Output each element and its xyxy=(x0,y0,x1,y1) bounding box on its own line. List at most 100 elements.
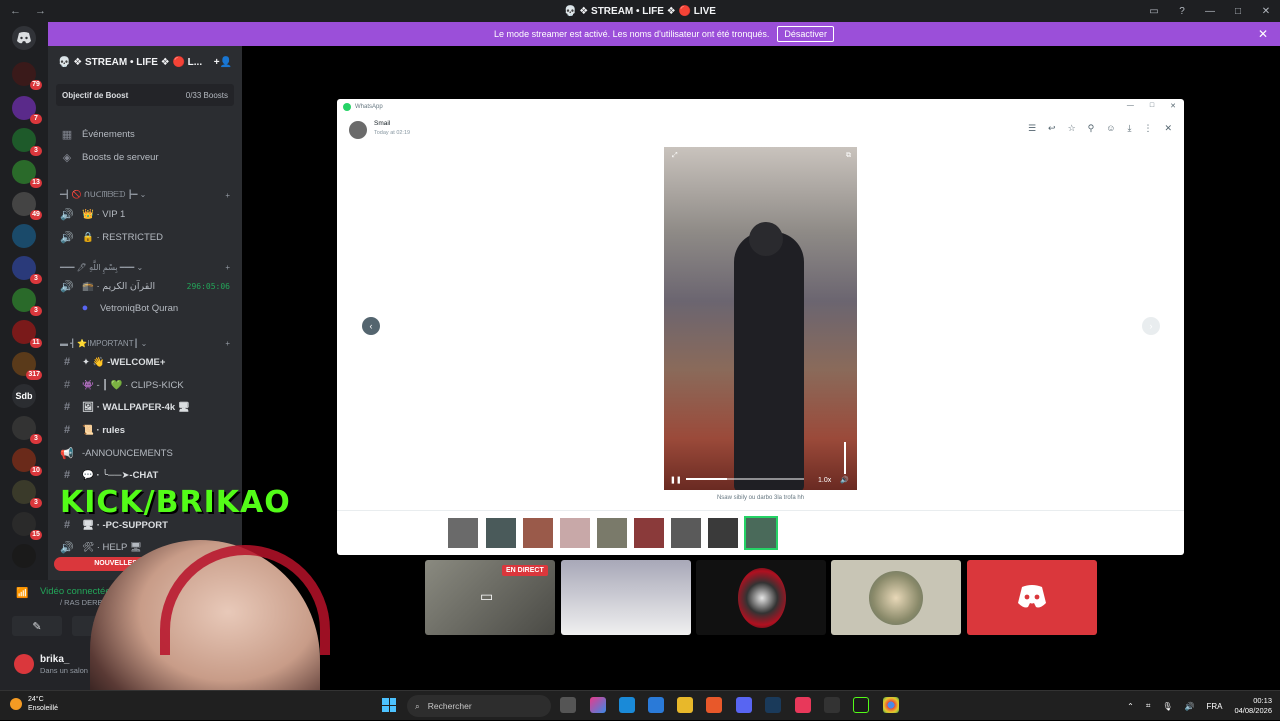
media-thumbnail[interactable] xyxy=(486,518,516,548)
media-thumbnail[interactable] xyxy=(708,518,738,548)
edge-icon[interactable] xyxy=(619,697,635,713)
text-channel-wallpaper[interactable]: # 🖼 · WALLPAPER-4k 🖥 xyxy=(48,397,242,417)
signal-icon[interactable]: 📶 xyxy=(16,588,28,599)
add-channel-icon[interactable]: + xyxy=(225,191,230,200)
server-icon[interactable]: 11 xyxy=(12,320,42,348)
file-explorer-icon[interactable] xyxy=(677,697,693,713)
server-icon[interactable]: 49 xyxy=(12,192,42,220)
stream-tile-discord[interactable] xyxy=(967,560,1097,635)
taskbar-search[interactable]: ⌕ Rechercher xyxy=(407,695,551,717)
close-icon[interactable]: ✕ xyxy=(1260,6,1272,17)
disable-streamer-button[interactable]: Désactiver xyxy=(777,26,834,42)
media-thumbnail-selected[interactable] xyxy=(744,516,778,550)
reply-icon[interactable]: ↩ xyxy=(1048,123,1056,134)
forward-arrow-icon[interactable]: → xyxy=(35,5,46,17)
boost-goal[interactable]: Objectif de Boost 0/33 Boosts xyxy=(56,84,234,106)
next-media-arrow[interactable]: › xyxy=(1142,317,1160,335)
store-icon[interactable] xyxy=(648,697,664,713)
events-item[interactable]: ▦ Événements xyxy=(48,124,242,144)
voice-member[interactable]: ● VetroniqBot Quran xyxy=(48,298,242,318)
text-channel-rules[interactable]: # 📜 · rules xyxy=(48,420,242,440)
stream-tile-avatar[interactable] xyxy=(696,560,826,635)
server-boosts-item[interactable]: ◈ Boosts de serveur xyxy=(48,147,242,167)
prev-media-arrow[interactable]: ‹ xyxy=(362,317,380,335)
server-icon-sdb[interactable]: Sdb xyxy=(12,384,36,408)
banner-close-icon[interactable]: ✕ xyxy=(1258,27,1268,41)
media-thumbnail[interactable] xyxy=(560,518,590,548)
close-viewer-icon[interactable]: ✕ xyxy=(1164,123,1172,134)
media-thumbnail[interactable] xyxy=(523,518,553,548)
server-icon[interactable]: 13 xyxy=(12,160,42,188)
media-thumbnail[interactable] xyxy=(671,518,701,548)
server-icon[interactable]: 317 xyxy=(12,352,42,380)
volume-icon[interactable]: 🔊 xyxy=(1184,702,1194,711)
server-icon[interactable]: 3 xyxy=(12,416,42,444)
pip-icon[interactable]: ⧉ xyxy=(846,152,851,160)
download-icon[interactable]: ⤓ xyxy=(1127,123,1131,134)
media-thumbnail[interactable] xyxy=(597,518,627,548)
server-icon[interactable]: 15 xyxy=(12,512,42,540)
avatar[interactable] xyxy=(14,654,34,674)
media-thumbnail[interactable] xyxy=(634,518,664,548)
chrome-icon[interactable] xyxy=(883,697,899,713)
announcement-channel[interactable]: 📢 -ANNOUNCEMENTS xyxy=(48,443,242,463)
pause-icon[interactable]: ❚❚ xyxy=(670,476,682,484)
text-channel-welcome[interactable]: # ✦ 👋 -WELCOME+ xyxy=(48,352,242,372)
add-channel-icon[interactable]: + xyxy=(225,263,230,272)
server-icon[interactable] xyxy=(12,224,36,248)
tray-arrow-icon[interactable]: ⌃ xyxy=(1127,702,1134,711)
text-channel-chat[interactable]: # 💬 · ╰──➤-CHAT xyxy=(48,465,242,485)
server-icon[interactable]: 3 xyxy=(12,256,42,284)
maximize-icon[interactable]: □ xyxy=(1232,6,1244,17)
mic-icon[interactable]: 🎙 xyxy=(1162,702,1172,711)
minimize-icon[interactable]: — xyxy=(1127,102,1134,110)
windows-start-icon[interactable] xyxy=(382,698,396,712)
voice-channel-vip[interactable]: 🔊 👑 · VIP 1 xyxy=(48,204,242,224)
pin-icon[interactable]: ⚲ xyxy=(1088,123,1095,134)
text-channel-clips-kick[interactable]: # 👾 - ┃ 💚 · CLIPS-KICK xyxy=(48,375,242,395)
server-icon[interactable]: 3 xyxy=(12,288,42,316)
category-bismillah[interactable]: ━━━ 🖊 بِسْمِ اللَّهِ ━━━ ⌄ + xyxy=(48,257,242,277)
discord-home-icon[interactable] xyxy=(12,26,36,50)
video-player[interactable]: ⤢ ⧉ ❚❚ 1.0x 🔊 xyxy=(664,147,857,490)
category-nunched[interactable]: ━┫ 🚫 ᑎᑌᑕᗰᗷᗴᗪ ┣━ ⌄ + xyxy=(48,185,242,205)
clock[interactable]: 00:13 04/08/2026 xyxy=(1234,696,1272,716)
minimize-icon[interactable]: — xyxy=(1204,6,1216,17)
playback-speed[interactable]: 1.0x xyxy=(818,477,831,484)
maximize-icon[interactable]: □ xyxy=(1150,102,1154,110)
task-view-icon[interactable] xyxy=(560,697,576,713)
copilot-icon[interactable] xyxy=(590,697,606,713)
server-icon[interactable] xyxy=(12,544,36,568)
steam-icon[interactable] xyxy=(765,697,781,713)
kick-icon[interactable] xyxy=(853,697,869,713)
voice-channel-quran[interactable]: 🔊 🕋 · القرآن الكريم 296:05:06 xyxy=(48,276,242,296)
obs-icon[interactable] xyxy=(824,697,840,713)
close-icon[interactable]: ✕ xyxy=(1170,102,1176,110)
chat-icon[interactable]: ☰ xyxy=(1028,123,1036,134)
draw-icon[interactable]: ✎ xyxy=(12,616,62,636)
server-icon[interactable]: 3 xyxy=(12,128,42,156)
ea-icon[interactable] xyxy=(795,697,811,713)
server-icon[interactable]: 79 xyxy=(12,62,42,90)
video-progress[interactable] xyxy=(686,478,804,480)
volume-slider[interactable] xyxy=(844,442,846,474)
more-icon[interactable]: ⋮ xyxy=(1143,123,1152,134)
server-icon[interactable]: 7 xyxy=(12,96,42,124)
add-channel-icon[interactable]: + xyxy=(225,339,230,348)
stream-tile-webcam[interactable] xyxy=(561,560,691,635)
server-icon[interactable]: 10 xyxy=(12,448,42,476)
category-important[interactable]: ▬ ┫ ⭐IMPORTANT┃ ⌄ + xyxy=(48,333,242,353)
fullscreen-icon[interactable]: ⤢ xyxy=(672,152,678,160)
inbox-icon[interactable]: ▭ xyxy=(1148,6,1160,17)
volume-icon[interactable]: 🔊 xyxy=(840,476,849,484)
discord-taskbar-icon[interactable] xyxy=(736,697,752,713)
invite-icon[interactable]: +👤 xyxy=(214,57,232,68)
media-thumbnail[interactable] xyxy=(448,518,478,548)
voice-channel-restricted[interactable]: 🔊 🔒 · RESTRICTED xyxy=(48,227,242,247)
stream-tile-avatar[interactable] xyxy=(831,560,961,635)
star-icon[interactable]: ☆ xyxy=(1068,123,1076,134)
brave-icon[interactable] xyxy=(706,697,722,713)
server-icon[interactable]: 3 xyxy=(12,480,42,508)
weather-widget[interactable]: 24°C Ensoleillé xyxy=(10,695,58,713)
help-icon[interactable]: ? xyxy=(1176,6,1188,17)
